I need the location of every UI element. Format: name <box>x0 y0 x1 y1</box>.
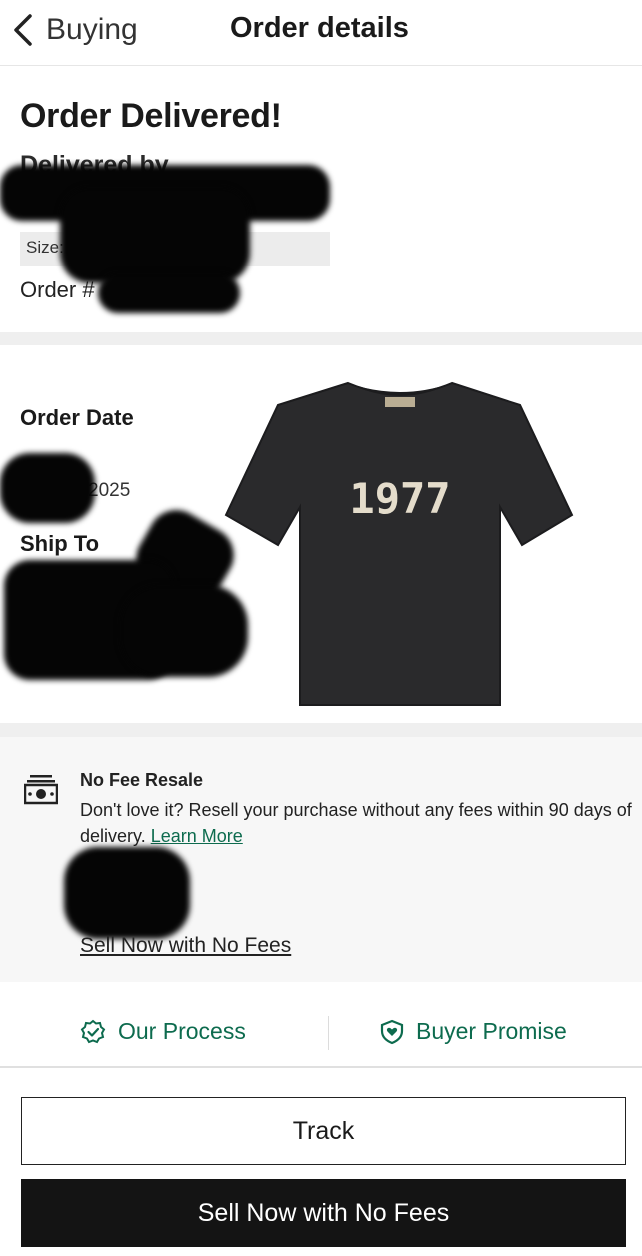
order-info-section: Order Date 2025 Ship To 1977 <box>0 345 642 723</box>
shield-heart-icon <box>380 1019 404 1044</box>
our-process-link[interactable]: Our Process <box>80 1018 246 1045</box>
trust-links-bar: Our Process Buyer Promise <box>0 996 642 1068</box>
redaction-mark <box>0 453 95 523</box>
nav-bar: Buying Order details <box>0 0 642 66</box>
section-divider <box>0 723 642 737</box>
status-heading: Order Delivered! <box>20 97 282 135</box>
page-title: Order details <box>230 12 409 44</box>
our-process-label: Our Process <box>118 1018 246 1044</box>
redaction-mark <box>64 847 190 939</box>
back-button[interactable]: Buying <box>8 10 138 50</box>
ship-to-label: Ship To <box>20 531 100 556</box>
redaction-mark <box>98 273 240 313</box>
cash-icon <box>24 775 58 805</box>
section-divider <box>0 332 642 345</box>
order-date-label: Order Date <box>20 405 134 430</box>
learn-more-link[interactable]: Learn More <box>151 826 243 846</box>
back-label: Buying <box>46 13 138 46</box>
chevron-left-icon <box>14 14 32 46</box>
verified-badge-icon <box>80 1019 106 1043</box>
no-fee-title: No Fee Resale <box>80 770 204 790</box>
buyer-promise-label: Buyer Promise <box>416 1018 567 1044</box>
no-fee-description: Don't love it? Resell your purchase with… <box>80 797 632 849</box>
track-button[interactable]: Track <box>21 1097 626 1165</box>
product-image: 1977 <box>224 381 574 706</box>
no-fee-resale-section: No Fee Resale Don't love it? Resell your… <box>0 737 642 982</box>
order-status-section: Order Delivered! Delivered by Size: U Or… <box>0 67 642 332</box>
buyer-promise-link[interactable]: Buyer Promise <box>380 1018 567 1045</box>
sell-now-link[interactable]: Sell Now with No Fees <box>80 934 291 958</box>
product-print-text: 1977 <box>349 474 450 523</box>
redaction-mark <box>60 187 250 283</box>
vertical-divider <box>328 1016 329 1050</box>
sell-now-button[interactable]: Sell Now with No Fees <box>21 1179 626 1247</box>
